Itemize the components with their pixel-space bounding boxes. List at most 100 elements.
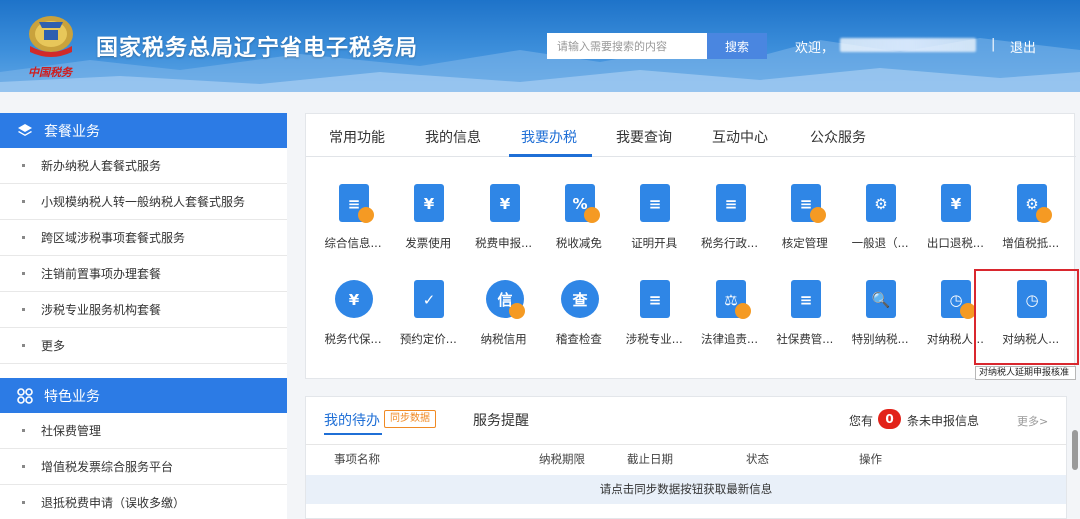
tab-query[interactable]: 我要查询	[616, 127, 672, 147]
sidebar-item[interactable]: 涉税专业服务机构套餐	[0, 292, 287, 328]
sync-data-button[interactable]: 同步数据	[384, 410, 436, 428]
tab-my-todo[interactable]: 我的待办	[324, 410, 380, 430]
section-header-package[interactable]: 套餐业务	[0, 113, 287, 148]
service-item[interactable]: 信纳税信用	[466, 277, 542, 359]
certificate-icon: ≡	[640, 184, 671, 222]
svg-text:⚖: ⚖	[724, 291, 737, 309]
sidebar-item-label: 跨区域涉税事项套餐式服务	[41, 231, 186, 245]
table-header: 事项名称 纳税期限 截止日期 状态 操作	[306, 444, 1066, 470]
service-label: 预约定价...	[399, 332, 457, 346]
service-item[interactable]: ¥ 税务代保...	[315, 277, 391, 359]
more-link[interactable]: 更多>	[1017, 413, 1048, 429]
tax-emblem-icon	[29, 16, 73, 57]
service-item[interactable]: ≡ 证明开具	[616, 181, 692, 263]
service-label: 对纳税人...	[1002, 332, 1060, 346]
svg-text:¥: ¥	[424, 195, 435, 213]
col-item-name: 事项名称	[334, 452, 380, 466]
svg-text:≡: ≡	[649, 195, 662, 213]
sidebar-item[interactable]: 增值税发票综合服务平台	[0, 449, 287, 485]
sidebar: 套餐业务 新办纳税人套餐式服务小规模纳税人转一般纳税人套餐式服务 跨区域涉税事项套…	[0, 113, 287, 519]
refund-icon: ⚙	[866, 184, 897, 222]
service-item[interactable]: ≡ 税务行政...	[692, 181, 768, 263]
bullet-icon	[22, 272, 25, 275]
tab-common[interactable]: 常用功能	[329, 127, 385, 147]
tab-do-tax[interactable]: 我要办税	[521, 127, 577, 147]
scrollbar-thumb[interactable]	[1072, 430, 1078, 470]
service-label: 核定管理	[781, 236, 828, 250]
bullet-icon	[22, 200, 25, 203]
service-item[interactable]: 查稽查检查	[541, 277, 617, 359]
service-label: 税费申报...	[475, 236, 533, 250]
service-label: 综合信息...	[324, 236, 382, 250]
logout-link[interactable]: 退出	[1010, 37, 1036, 56]
pricing-icon: ✓	[414, 280, 445, 318]
service-label: 对纳税人...	[926, 332, 984, 346]
service-label: 纳税信用	[480, 332, 527, 346]
service-item[interactable]: ≡ 核定管理	[767, 181, 843, 263]
service-label: 涉税专业...	[625, 332, 683, 346]
bullet-icon	[22, 465, 25, 468]
svg-text:◷: ◷	[1025, 291, 1038, 309]
svg-text:✓: ✓	[423, 291, 436, 309]
service-item[interactable]: ¥ 发票使用	[390, 181, 466, 263]
sidebar-item-label: 社保费管理	[41, 424, 102, 438]
sidebar-item[interactable]: 注销前置事项办理套餐	[0, 256, 287, 292]
grid-icon	[16, 387, 34, 405]
sidebar-item-label: 新办纳税人套餐式服务	[41, 159, 162, 173]
search-button[interactable]: 搜索	[707, 33, 767, 59]
sidebar-item-label: 更多	[41, 339, 66, 353]
svg-text:信: 信	[497, 291, 512, 309]
service-item[interactable]: ⚙ 增值税抵...	[993, 181, 1069, 263]
sidebar-item-label: 小规模纳税人转一般纳税人套餐式服务	[41, 195, 246, 209]
section-title: 套餐业务	[44, 123, 100, 140]
service-label: 增值税抵...	[1002, 236, 1060, 250]
svg-text:¥: ¥	[499, 195, 510, 213]
bullet-icon	[22, 164, 25, 167]
service-label: 税务行政...	[701, 236, 758, 250]
sidebar-item-label: 退抵税费申请（误收多缴）	[41, 496, 186, 510]
sidebar-item[interactable]: 更多	[0, 328, 287, 364]
active-tab-indicator	[509, 154, 592, 157]
sidebar-item[interactable]: 小规模纳税人转一般纳税人套餐式服务	[0, 184, 287, 220]
invoice-icon: ¥	[414, 184, 445, 222]
sidebar-item[interactable]: 社保费管理	[0, 413, 287, 449]
service-item[interactable]: ¥ 出口退税...	[917, 181, 993, 263]
header-separator: |	[991, 37, 996, 52]
active-tab-indicator	[324, 433, 382, 435]
service-item[interactable]: ¥ 税费申报...	[466, 181, 542, 263]
service-item[interactable]: ◷ 对纳税人...	[993, 277, 1069, 359]
bullet-icon	[22, 344, 25, 347]
tab-interaction[interactable]: 互动中心	[712, 127, 768, 147]
service-label: 法律追责...	[701, 332, 758, 346]
svg-text:≡: ≡	[800, 291, 813, 309]
tab-public-service[interactable]: 公众服务	[810, 127, 866, 147]
tab-service-reminder[interactable]: 服务提醒	[473, 410, 529, 430]
special-tax-icon: 🔍	[866, 280, 897, 318]
main-tabs: 常用功能 我的信息 我要办税 我要查询 互动中心 公众服务	[306, 114, 1076, 157]
service-item[interactable]: ✓ 预约定价...	[390, 277, 466, 359]
sidebar-item[interactable]: 跨区域涉税事项套餐式服务	[0, 220, 287, 256]
taxpayer-clock-icon: ◷	[941, 280, 977, 319]
service-item[interactable]: % 税收减免	[541, 181, 617, 263]
service-item[interactable]: 🔍 特别纳税...	[842, 277, 918, 359]
search-input[interactable]	[547, 33, 707, 59]
sidebar-item[interactable]: 新办纳税人套餐式服务	[0, 148, 287, 184]
service-item[interactable]: ⚖ 法律追责...	[692, 277, 768, 359]
sidebar-item[interactable]: 退抵税费申请（误收多缴）	[0, 485, 287, 519]
emblem-slogan: 中国税务	[28, 66, 72, 79]
service-label: 特别纳税...	[851, 332, 909, 346]
service-label: 社保费管...	[776, 332, 834, 346]
service-item[interactable]: ≡ 社保费管...	[767, 277, 843, 359]
service-item[interactable]: ≡ 涉税专业...	[616, 277, 692, 359]
service-item[interactable]: ≡ 综合信息...	[315, 181, 391, 263]
svg-text:≡: ≡	[348, 195, 361, 213]
service-item[interactable]: ◷ 对纳税人...	[917, 277, 993, 359]
site-header: 中国税务 国家税务总局辽宁省电子税务局 搜索 欢迎， | 退出	[0, 0, 1080, 92]
section-header-featured[interactable]: 特色业务	[0, 378, 287, 413]
service-label: 一般退（...	[851, 236, 909, 250]
tab-my-info[interactable]: 我的信息	[425, 127, 481, 147]
legal-icon: ⚖	[715, 280, 751, 319]
service-item[interactable]: ⚙ 一般退（...	[842, 181, 918, 263]
sidebar-item-label: 注销前置事项办理套餐	[41, 267, 162, 281]
tax-relief-icon: %	[564, 184, 600, 223]
